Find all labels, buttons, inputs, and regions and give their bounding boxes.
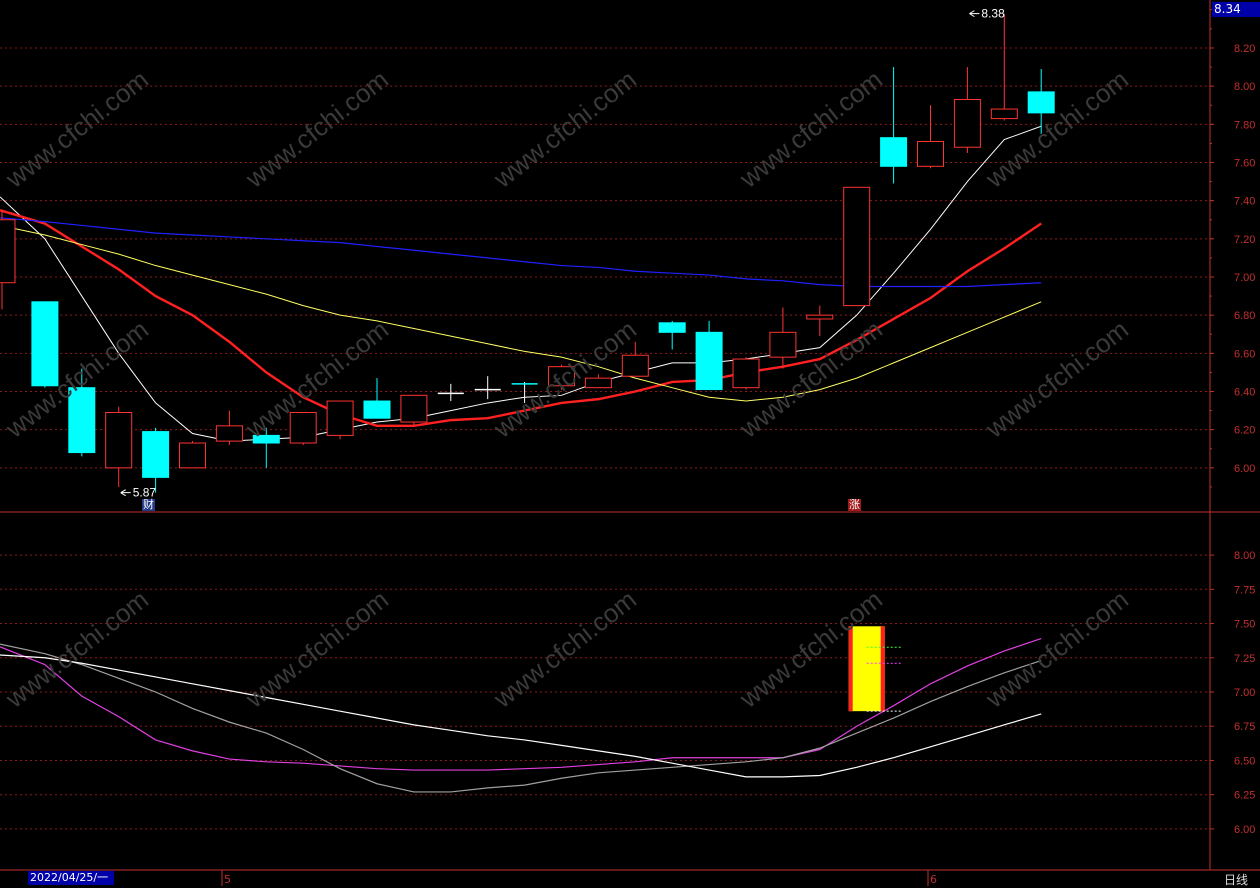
y-tick-label: 7.00	[1234, 272, 1255, 284]
annotation-label: 8.38	[981, 7, 1005, 21]
candle-body-up	[917, 140, 944, 167]
y-tick-label: 6.50	[1234, 755, 1255, 767]
candle-body-down	[1027, 91, 1055, 114]
candle-body-down	[142, 431, 170, 478]
month-label-june: 6	[930, 873, 937, 886]
candle-body-up	[769, 331, 797, 358]
candle-body-up	[990, 108, 1018, 120]
candle-body-up	[179, 442, 206, 469]
ma-line-ma20	[0, 224, 1042, 402]
month-label-may: 5	[224, 873, 231, 886]
period-tag[interactable]: 日线	[1224, 871, 1248, 888]
y-tick-label: 6.40	[1234, 386, 1255, 398]
y-tick-label: 6.00	[1234, 463, 1255, 475]
indicator-line-magenta	[0, 638, 1042, 771]
y-tick-label: 6.25	[1234, 790, 1255, 802]
signal-block	[848, 626, 885, 712]
candle-body-up	[0, 219, 16, 284]
y-tick-label: 7.00	[1234, 687, 1255, 699]
annotation-arrow	[969, 10, 980, 18]
date-tag: 2022/04/25/一	[28, 871, 114, 885]
candle-body-up	[806, 314, 834, 320]
candle-body-up	[843, 186, 871, 307]
candle-body-up	[105, 411, 133, 469]
candle-body-up	[326, 400, 354, 436]
candle-body-down	[695, 331, 723, 391]
y-tick-label: 7.25	[1234, 653, 1255, 665]
y-tick-label: 7.60	[1234, 157, 1255, 169]
candle-body-up	[215, 425, 243, 442]
y-tick-label: 6.75	[1234, 721, 1255, 733]
y-tick-label: 8.20	[1234, 43, 1255, 55]
limit-up-badge[interactable]: 涨	[848, 499, 861, 511]
signal-block-edge	[880, 626, 885, 712]
y-tick-label: 8.00	[1234, 550, 1255, 562]
annotation-arrow	[120, 489, 131, 497]
candle-body-down	[880, 137, 908, 167]
ma-line-ma60	[0, 217, 1042, 288]
candle-body-down	[658, 322, 686, 333]
y-tick-label: 7.80	[1234, 119, 1255, 131]
y-tick-label: 6.80	[1234, 310, 1255, 322]
y-tick-label: 7.75	[1234, 584, 1255, 596]
y-tick-label: 7.40	[1234, 196, 1255, 208]
candle-body-up	[400, 394, 428, 423]
y-tick-label: 7.20	[1234, 234, 1255, 246]
candle-body-up	[621, 354, 649, 377]
candle-body-down	[31, 301, 59, 387]
candle-body-up	[953, 99, 981, 148]
financial-report-badge[interactable]: 财	[142, 499, 155, 511]
candle-body-down	[363, 400, 391, 419]
y-tick-label: 8.00	[1234, 81, 1255, 93]
y-tick-label: 6.00	[1234, 824, 1255, 836]
y-tick-label: 6.60	[1234, 348, 1255, 360]
current-price-tag: 8.34	[1212, 2, 1260, 17]
y-tick-label: 7.50	[1234, 619, 1255, 631]
y-tick-label: 6.20	[1234, 425, 1255, 437]
candle-body-up	[732, 358, 760, 389]
